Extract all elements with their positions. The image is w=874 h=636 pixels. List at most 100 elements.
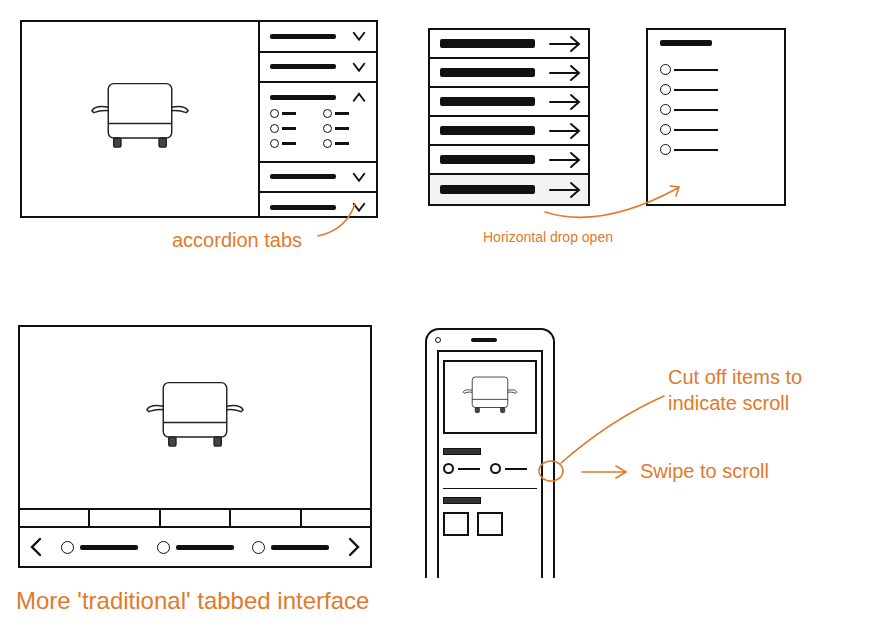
scribble-label xyxy=(440,155,535,164)
tab-strip xyxy=(20,508,370,528)
swatch-row[interactable] xyxy=(443,463,537,474)
tab[interactable] xyxy=(90,510,160,526)
scribble-label xyxy=(440,126,535,135)
phone-top xyxy=(427,330,553,350)
option-line xyxy=(335,112,349,115)
radio-option[interactable] xyxy=(323,139,366,148)
radio-option[interactable] xyxy=(270,124,313,133)
arrow-right-icon[interactable] xyxy=(548,122,582,140)
carousel-item[interactable] xyxy=(157,541,234,554)
chevron-down-icon[interactable] xyxy=(352,31,366,42)
option-line xyxy=(674,109,718,111)
radio-option[interactable] xyxy=(660,124,772,135)
radio-circle[interactable] xyxy=(660,84,671,95)
annotation-accordion: accordion tabs xyxy=(172,228,302,252)
list-row[interactable] xyxy=(430,146,588,175)
radio-circle[interactable] xyxy=(323,124,332,133)
radio-circle[interactable] xyxy=(660,64,671,75)
radio-option[interactable] xyxy=(660,84,772,95)
option-line xyxy=(674,69,718,71)
tab[interactable] xyxy=(20,510,90,526)
thumbnail-row xyxy=(443,512,537,536)
chair-icon xyxy=(90,80,190,158)
scribble-label xyxy=(270,95,336,100)
option-line xyxy=(335,127,349,130)
annotation-horizontal: Horizontal drop open xyxy=(483,228,613,246)
chair-icon xyxy=(462,375,518,419)
phone-screen xyxy=(437,350,543,578)
option-line xyxy=(674,89,718,91)
option-line xyxy=(335,142,349,145)
scribble-label xyxy=(440,97,535,106)
horizontal-list xyxy=(428,28,590,206)
scribble-label xyxy=(660,40,712,46)
product-image xyxy=(20,327,370,508)
prev-icon[interactable] xyxy=(30,537,42,557)
wireframe-sheet: accordion tabs Horizontal drop open More '… xyxy=(0,0,874,636)
arrow-right-icon[interactable] xyxy=(548,35,582,53)
tab[interactable] xyxy=(302,510,370,526)
carousel-item[interactable] xyxy=(252,541,329,554)
annotation-cut-off: Cut off items to indicate scroll xyxy=(668,364,844,416)
radio-circle[interactable] xyxy=(323,139,332,148)
list-row[interactable] xyxy=(430,175,588,204)
accordion-panel xyxy=(258,22,376,216)
option-line xyxy=(674,149,718,151)
thumbnail[interactable] xyxy=(477,512,503,536)
next-icon[interactable] xyxy=(348,537,360,557)
accordion-section[interactable] xyxy=(260,163,376,194)
tabbed-sketch xyxy=(18,325,372,568)
product-image xyxy=(22,22,258,216)
radio-circle[interactable] xyxy=(270,139,279,148)
tab[interactable] xyxy=(231,510,301,526)
tab[interactable] xyxy=(161,510,231,526)
radio-circle[interactable] xyxy=(323,109,332,118)
radio-option[interactable] xyxy=(660,104,772,115)
arrow-right-icon[interactable] xyxy=(548,93,582,111)
radio-circle[interactable] xyxy=(660,144,671,155)
scribble-label xyxy=(440,68,535,77)
radio-option[interactable] xyxy=(270,109,313,118)
radio-option[interactable] xyxy=(660,144,772,155)
swatch-item[interactable] xyxy=(443,463,480,474)
carousel-item[interactable] xyxy=(61,541,138,554)
chevron-down-icon[interactable] xyxy=(352,62,366,73)
radio-option[interactable] xyxy=(323,124,366,133)
accordion-section[interactable] xyxy=(260,83,376,163)
thumbnail[interactable] xyxy=(443,512,469,536)
scribble-label xyxy=(440,39,535,48)
annotation-tabbed: More 'traditional' tabbed interface xyxy=(16,586,369,616)
radio-circle[interactable] xyxy=(660,124,671,135)
chair-icon xyxy=(145,379,245,457)
radio-circle[interactable] xyxy=(270,109,279,118)
scribble-label xyxy=(270,205,336,210)
arrow-right-icon[interactable] xyxy=(548,151,582,169)
accordion-sketch xyxy=(20,20,378,218)
arrow-right-icon[interactable] xyxy=(548,181,582,199)
radio-option[interactable] xyxy=(660,64,772,75)
chevron-down-icon[interactable] xyxy=(352,172,366,183)
annotation-swipe: Swipe to scroll xyxy=(640,458,769,484)
accordion-section[interactable] xyxy=(260,22,376,53)
radio-option[interactable] xyxy=(323,109,366,118)
option-line xyxy=(674,129,718,131)
scribble-label xyxy=(440,185,535,194)
chevron-down-icon[interactable] xyxy=(352,202,366,213)
swatch-item[interactable] xyxy=(490,463,527,474)
list-row[interactable] xyxy=(430,59,588,88)
list-row[interactable] xyxy=(430,30,588,59)
list-row[interactable] xyxy=(430,117,588,146)
option-line xyxy=(282,112,296,115)
list-row[interactable] xyxy=(430,88,588,117)
radio-circle[interactable] xyxy=(660,104,671,115)
option-line xyxy=(282,127,296,130)
arrow-right-icon[interactable] xyxy=(548,64,582,82)
radio-option[interactable] xyxy=(270,139,313,148)
accordion-options xyxy=(270,109,366,152)
radio-circle[interactable] xyxy=(270,124,279,133)
annotation-strokes xyxy=(0,0,874,636)
chevron-up-icon[interactable] xyxy=(352,92,366,103)
accordion-section[interactable] xyxy=(260,193,376,222)
option-line xyxy=(282,142,296,145)
accordion-section[interactable] xyxy=(260,53,376,84)
